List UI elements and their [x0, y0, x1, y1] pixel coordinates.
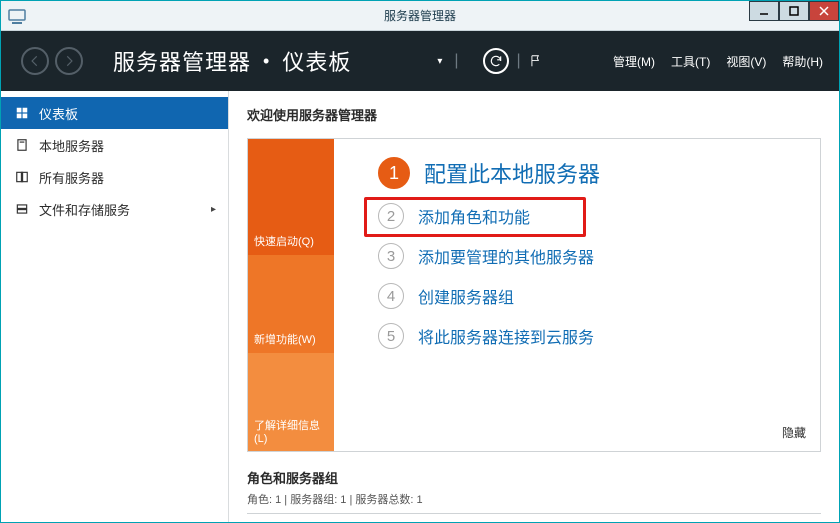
step-link-configure-local[interactable]: 配置此本地服务器: [424, 157, 600, 189]
menu-bar: 管理(M) 工具(T) 视图(V) 帮助(H): [613, 53, 823, 70]
header-bar: 服务器管理器 • 仪表板 ▾ | | 管理(M) 工具(T) 视图(V) 帮助(…: [1, 31, 839, 91]
sidebar-item-label: 所有服务器: [39, 168, 104, 187]
arrow-left-icon: [28, 54, 42, 68]
breadcrumb-dropdown[interactable]: ▾: [437, 56, 442, 67]
whats-new[interactable]: 新增功能(W): [248, 255, 334, 353]
sidebar-item-storage[interactable]: 文件和存储服务 ▸: [1, 193, 228, 225]
breadcrumb: 服务器管理器 • 仪表板: [113, 45, 351, 77]
minimize-icon: [759, 6, 769, 16]
quick-start[interactable]: 快速启动(Q): [248, 139, 334, 255]
roles-title: 角色和服务器组: [247, 468, 821, 487]
sidebar-item-label: 仪表板: [39, 104, 78, 123]
header-actions: |: [483, 48, 543, 74]
flag-icon[interactable]: [529, 52, 543, 70]
step-create-group: 4 创建服务器组: [378, 283, 808, 309]
sidebar-item-all-servers[interactable]: 所有服务器: [1, 161, 228, 193]
menu-view[interactable]: 视图(V): [726, 53, 766, 70]
app-window: 服务器管理器 服务器管理器 • 仪表板 ▾ | | 管理(M) 工具(T) 视图…: [0, 0, 840, 523]
roles-subtitle: 角色: 1 | 服务器组: 1 | 服务器总数: 1: [247, 491, 821, 514]
steps-column: 1 配置此本地服务器 2 添加角色和功能 3 添加要管理的其他服务器 4 创建服…: [334, 139, 820, 451]
step-link-create-group[interactable]: 创建服务器组: [418, 284, 514, 308]
titlebar: 服务器管理器: [1, 1, 839, 31]
storage-icon: [15, 202, 29, 216]
close-button[interactable]: [809, 1, 839, 21]
dashboard-icon: [15, 106, 29, 120]
minimize-button[interactable]: [749, 1, 779, 21]
servers-icon: [15, 170, 29, 184]
sidebar-item-dashboard[interactable]: 仪表板: [1, 97, 228, 129]
step-link-connect-cloud[interactable]: 将此服务器连接到云服务: [418, 324, 594, 348]
menu-manage[interactable]: 管理(M): [613, 53, 655, 70]
step-connect-cloud: 5 将此服务器连接到云服务: [378, 323, 808, 349]
step-number: 3: [378, 243, 404, 269]
sidebar: 仪表板 本地服务器 所有服务器 文件和存储服务 ▸: [1, 91, 229, 522]
refresh-button[interactable]: [483, 48, 509, 74]
crumb-root[interactable]: 服务器管理器: [113, 45, 251, 77]
window-controls: [749, 1, 839, 21]
main-pane: 欢迎使用服务器管理器 快速启动(Q) 新增功能(W) 了解详细信息(L) 1 配…: [229, 91, 839, 522]
step-link-add-servers[interactable]: 添加要管理的其他服务器: [418, 244, 594, 268]
divider: |: [517, 52, 521, 70]
hide-link[interactable]: 隐藏: [782, 424, 806, 441]
close-icon: [819, 6, 829, 16]
learn-more-label: 了解详细信息(L): [254, 417, 328, 445]
crumb-current: 仪表板: [282, 45, 351, 77]
menu-tools[interactable]: 工具(T): [671, 53, 710, 70]
step-number: 5: [378, 323, 404, 349]
maximize-icon: [789, 6, 799, 16]
window-title: 服务器管理器: [384, 7, 456, 24]
roles-section: 角色和服务器组 角色: 1 | 服务器组: 1 | 服务器总数: 1: [247, 468, 821, 514]
step-configure-local: 1 配置此本地服务器: [378, 157, 808, 189]
whats-new-label: 新增功能(W): [254, 331, 316, 347]
step-number: 1: [378, 157, 410, 189]
maximize-button[interactable]: [779, 1, 809, 21]
welcome-heading: 欢迎使用服务器管理器: [247, 105, 821, 124]
quick-nav-column: 快速启动(Q) 新增功能(W) 了解详细信息(L): [248, 139, 334, 451]
app-icon: [5, 4, 29, 28]
sidebar-item-label: 本地服务器: [39, 136, 104, 155]
chevron-right-icon: ▸: [211, 204, 216, 215]
body: 仪表板 本地服务器 所有服务器 文件和存储服务 ▸ 欢迎使用服务器管理器 快速启…: [1, 91, 839, 522]
learn-more[interactable]: 了解详细信息(L): [248, 353, 334, 451]
sidebar-item-local-server[interactable]: 本地服务器: [1, 129, 228, 161]
server-icon: [15, 138, 29, 152]
nav-forward-button[interactable]: [55, 47, 83, 75]
welcome-card: 快速启动(Q) 新增功能(W) 了解详细信息(L) 1 配置此本地服务器 2 添…: [247, 138, 821, 452]
arrow-right-icon: [62, 54, 76, 68]
quick-start-label: 快速启动(Q): [254, 233, 314, 249]
divider: |: [454, 52, 458, 70]
nav-back-button[interactable]: [21, 47, 49, 75]
step-add-servers: 3 添加要管理的其他服务器: [378, 243, 808, 269]
sidebar-item-label: 文件和存储服务: [39, 200, 130, 219]
chevron-right-icon: •: [263, 51, 270, 72]
refresh-icon: [489, 54, 503, 68]
menu-help[interactable]: 帮助(H): [782, 53, 823, 70]
highlight-box: [364, 197, 586, 237]
step-number: 4: [378, 283, 404, 309]
